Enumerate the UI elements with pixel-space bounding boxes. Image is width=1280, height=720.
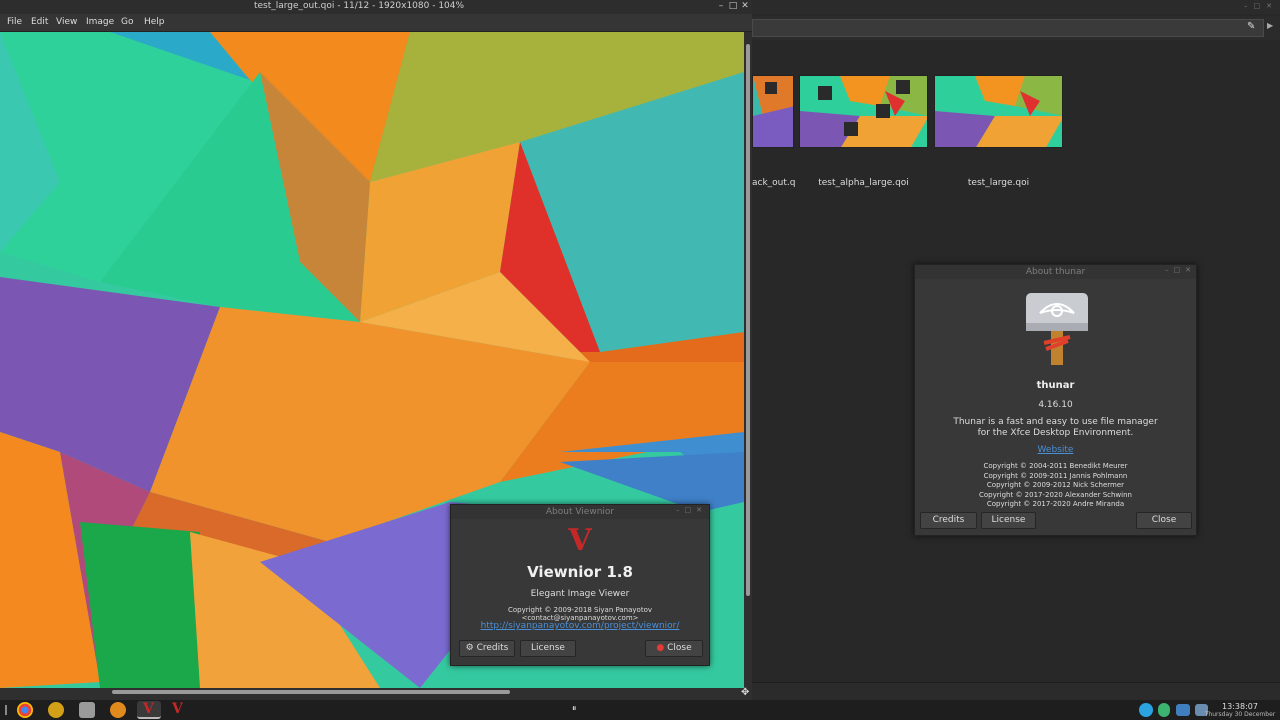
resize-grip-icon[interactable]: ✥ [741,687,749,698]
dialog-title: About Viewnior [451,505,709,519]
gear-icon: ⚙ [465,643,474,653]
app-description: Thunar is a fast and easy to use file ma… [953,417,1158,427]
menubar: File Edit View Image Go Help [0,14,752,32]
dialog-window-controls[interactable]: –□✕ [1165,266,1196,274]
thunar-logo-icon [1024,293,1090,369]
app-launcher-icon[interactable] [110,702,126,718]
close-button[interactable]: Close [1136,512,1192,529]
viewnior-taskbar-item[interactable]: V [170,701,186,718]
location-bar[interactable] [752,19,1264,37]
viewnior-icon: V [172,701,183,717]
app-description: for the Xfce Desktop Environment. [977,428,1134,438]
vertical-scrollbar-thumb[interactable] [746,44,750,596]
taskbar [0,700,1280,720]
telegram-icon[interactable] [1139,703,1153,717]
clock-time[interactable]: 13:38:07 [1200,702,1280,711]
panel-handle-icon [5,705,7,715]
menu-edit[interactable]: Edit [31,17,48,27]
menu-go[interactable]: Go [121,17,133,27]
dialog-window-controls[interactable]: –□✕ [676,506,707,514]
clock-date: Thursday 30 December [1204,711,1276,718]
close-window-button[interactable]: ✕ [740,1,750,12]
horizontal-scrollbar-thumb[interactable] [112,690,510,694]
thunar-window-controls[interactable]: –□✕ [1244,2,1278,10]
copyright-line: Copyright © 2017-2020 Andre Miranda [986,500,1125,508]
copyright-line: Copyright © 2009-2018 Siyan Panayotov <c… [507,606,653,622]
thumbnail-image [753,76,793,147]
copyright-list: Copyright © 2004-2011 Benedikt Meurer Co… [915,462,1196,510]
copyright-line: Copyright © 2017-2020 Alexander Schwinn [979,490,1132,499]
menu-view[interactable]: View [56,17,77,27]
edit-location-icon[interactable]: ✎ [1247,21,1255,32]
file-thumbnail[interactable] [934,75,1063,148]
thunar-titlebar[interactable] [752,0,1280,14]
about-thunar-dialog: About thunar –□✕ thunar 4.16.10 Thunar i… [914,264,1197,536]
file-name: ack_out.q [752,178,796,188]
close-label: Close [667,643,692,653]
file-name: test_large.qoi [967,178,1030,188]
viewnior-window-title: test_large_out.qoi - 11/12 - 1920x1080 -… [253,1,465,11]
credits-button[interactable]: ⚙ Credits [459,640,515,657]
maximize-button[interactable]: □ [728,1,738,12]
dialog-title: About thunar [915,265,1196,279]
website-link[interactable]: http://siyanpanayotov.com/project/viewni… [451,621,709,631]
pause-icon[interactable]: ⏸ [572,704,577,714]
credits-label: Credits [476,643,509,653]
menu-image[interactable]: Image [86,17,114,27]
copyright-line: Copyright © 2009-2012 Nick Schermer [986,481,1125,489]
close-icon: ● [656,643,665,653]
thumbnail-image [935,76,1062,147]
app-tagline: Elegant Image Viewer [530,589,630,599]
credits-button[interactable]: Credits [920,512,977,529]
viewnior-logo-icon: V [568,523,592,558]
thumbnail-image [800,76,927,147]
settings-app-icon[interactable] [48,702,64,718]
viewnior-icon: V [143,701,154,717]
app-version: 4.16.10 [1038,400,1073,410]
app-name: thunar [1036,380,1075,391]
website-link[interactable]: Website [915,445,1196,455]
chevron-right-icon[interactable]: ▶ [1267,21,1273,30]
network-icon[interactable] [1176,704,1190,716]
thunar-statusbar [752,682,1280,700]
folder-icon[interactable] [79,702,95,718]
copyright-line: Copyright © 2009-2011 Jannis Pohlmann [983,471,1128,480]
license-button[interactable]: License [520,640,576,657]
app-name: Viewnior 1.8 [527,563,633,581]
file-name: test_alpha_large.qoi [818,178,909,188]
menu-help[interactable]: Help [144,17,165,27]
browser-icon[interactable] [17,702,33,718]
copyright-line: Copyright © 2004-2011 Benedikt Meurer [983,462,1128,470]
file-thumbnail[interactable] [752,75,794,148]
file-thumbnail[interactable] [799,75,928,148]
close-button[interactable]: ● Close [645,640,703,657]
viewnior-taskbar-item[interactable]: V [137,701,161,719]
license-button[interactable]: License [981,512,1036,529]
minimize-button[interactable]: – [716,1,726,12]
menu-file[interactable]: File [7,17,22,27]
bluetooth-icon[interactable] [1158,703,1170,717]
about-viewnior-dialog: About Viewnior –□✕ V Viewnior 1.8 Elegan… [450,504,710,666]
